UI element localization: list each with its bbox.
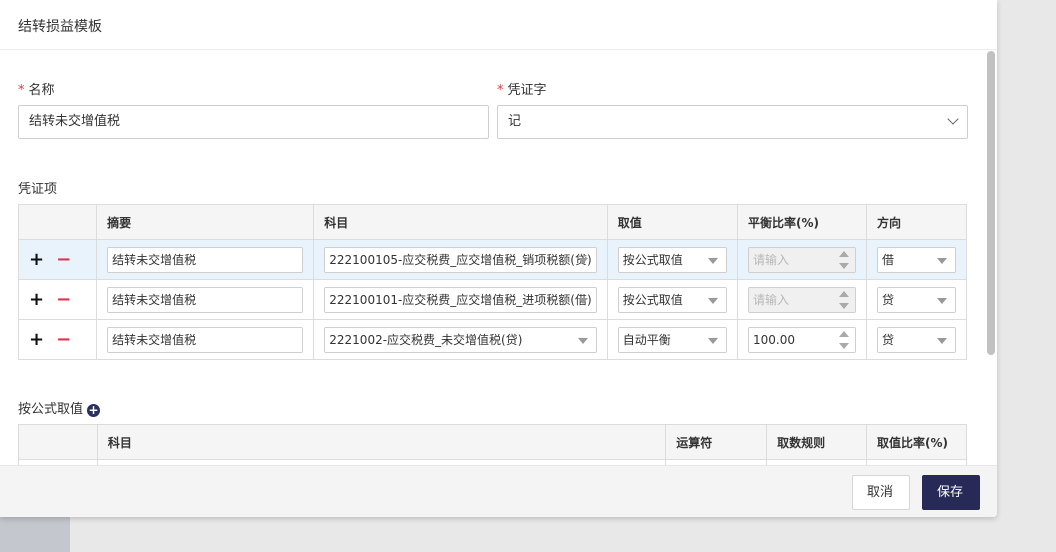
value-type-value: 按公式取值 bbox=[622, 252, 683, 267]
column-header: 取值 bbox=[606, 204, 738, 240]
value-type-select[interactable]: 按公式取值 bbox=[617, 286, 727, 313]
column-header: 取值比率(%) bbox=[866, 424, 967, 460]
voucher-word-value: 记 bbox=[508, 114, 522, 129]
name-label-text: 名称 bbox=[28, 83, 55, 98]
voucher-word-select[interactable]: 记 bbox=[497, 105, 968, 139]
dropdown-arrow-icon bbox=[707, 297, 718, 304]
account-value: 222100101-应交税费_应交增值税_进项税额(借) bbox=[329, 292, 592, 307]
account-value: 2221002-应交税费_未交增值税(贷) bbox=[329, 332, 523, 347]
account-select[interactable]: 222100101-应交税费_应交增值税_进项税额(借) bbox=[324, 286, 597, 313]
background-panel bbox=[0, 515, 70, 552]
dropdown-arrow-icon bbox=[577, 257, 588, 264]
value-type-value: 按公式取值 bbox=[622, 292, 683, 307]
add-row-button[interactable]: + bbox=[29, 329, 44, 350]
direction-value: 借 bbox=[881, 252, 894, 267]
formula-title-text: 按公式取值 bbox=[18, 402, 84, 417]
remove-row-button[interactable]: − bbox=[56, 249, 71, 270]
column-header: 科目 bbox=[96, 424, 667, 460]
dropdown-arrow-icon bbox=[937, 337, 947, 344]
plus-circle-icon[interactable]: + bbox=[87, 404, 101, 417]
spinner-icon bbox=[838, 290, 849, 309]
voucher-word-label-text: 凭证字 bbox=[507, 83, 547, 98]
column-header: 运算符 bbox=[665, 424, 768, 460]
voucher-word-label: * 凭证字 bbox=[497, 79, 547, 98]
modal-body: * 名称 结转未交增值税 * 凭证字 记 凭证项 摘要 科目 取值 平衡比率(%) … bbox=[0, 51, 985, 465]
name-input[interactable]: 结转未交增值税 bbox=[18, 105, 489, 139]
ratio-input: 请输入 bbox=[747, 286, 856, 313]
column-header bbox=[17, 204, 98, 240]
save-button[interactable]: 保存 bbox=[922, 475, 980, 510]
vertical-scrollbar[interactable] bbox=[987, 51, 995, 465]
ratio-placeholder: 请输入 bbox=[752, 252, 789, 267]
table-row: + − 结转未交增值税 2221002-应交税费_未交增值税(贷) 自动平衡 10… bbox=[17, 319, 968, 360]
voucher-items-title: 凭证项 bbox=[18, 182, 58, 197]
dropdown-arrow-icon bbox=[937, 297, 947, 304]
account-select[interactable]: 2221002-应交税费_未交增值税(贷) bbox=[324, 326, 597, 353]
table-header-row: 摘要 科目 取值 平衡比率(%) 方向 bbox=[17, 204, 968, 240]
ratio-value: 100.00 bbox=[752, 332, 795, 347]
template-modal: 结转损益模板 * 名称 结转未交增值税 * 凭证字 记 凭证项 摘要 科目 取值 平… bbox=[0, 0, 997, 517]
modal-title: 结转损益模板 bbox=[0, 0, 997, 50]
value-type-select[interactable]: 按公式取值 bbox=[617, 246, 727, 273]
remove-row-button[interactable]: − bbox=[56, 289, 71, 310]
add-row-button[interactable]: + bbox=[29, 249, 44, 270]
summary-input[interactable]: 结转未交增值税 bbox=[107, 286, 304, 313]
spinner-icon bbox=[838, 250, 849, 269]
dropdown-arrow-icon bbox=[707, 337, 718, 344]
dropdown-arrow-icon bbox=[707, 257, 718, 264]
dropdown-arrow-icon bbox=[937, 257, 947, 264]
dropdown-arrow-icon bbox=[577, 297, 588, 304]
required-mark: * bbox=[18, 83, 25, 98]
name-label: * 名称 bbox=[18, 79, 55, 98]
ratio-input[interactable]: 100.00 bbox=[747, 326, 856, 353]
account-value: 222100105-应交税费_应交增值税_销项税额(贷) bbox=[329, 252, 592, 267]
direction-value: 贷 bbox=[881, 332, 894, 347]
direction-value: 贷 bbox=[881, 292, 894, 307]
column-header bbox=[18, 424, 98, 460]
summary-input[interactable]: 结转未交增值税 bbox=[107, 326, 304, 353]
chevron-down-icon bbox=[947, 113, 959, 125]
column-header: 取数规则 bbox=[766, 424, 868, 460]
formula-section-title: 按公式取值 + bbox=[18, 398, 101, 417]
direction-select[interactable]: 贷 bbox=[876, 326, 956, 353]
summary-input[interactable]: 结转未交增值税 bbox=[107, 246, 304, 273]
ratio-input: 请输入 bbox=[747, 246, 856, 273]
scroll-thumb[interactable] bbox=[987, 51, 995, 355]
account-select[interactable]: 222100105-应交税费_应交增值税_销项税额(贷) bbox=[324, 246, 597, 273]
modal-footer: 取消 保存 bbox=[0, 465, 997, 517]
table-header-row: 科目 运算符 取数规则 取值比率(%) bbox=[18, 424, 967, 460]
column-header: 摘要 bbox=[96, 204, 315, 240]
table-row: + − 结转未交增值税 222100105-应交税费_应交增值税_销项税额(贷) … bbox=[17, 239, 968, 280]
value-type-value: 自动平衡 bbox=[622, 332, 671, 347]
value-type-select[interactable]: 自动平衡 bbox=[617, 326, 727, 353]
voucher-items-table: 摘要 科目 取值 平衡比率(%) 方向 + − 结转未交增值税 222100105… bbox=[17, 204, 968, 360]
ratio-placeholder: 请输入 bbox=[752, 292, 789, 307]
column-header: 平衡比率(%) bbox=[736, 204, 867, 240]
remove-row-button[interactable]: − bbox=[56, 329, 71, 350]
column-header: 方向 bbox=[865, 204, 968, 240]
direction-select[interactable]: 贷 bbox=[876, 286, 956, 313]
add-row-button[interactable]: + bbox=[29, 289, 44, 310]
dropdown-arrow-icon bbox=[577, 337, 588, 344]
column-header: 科目 bbox=[313, 204, 608, 240]
cancel-button[interactable]: 取消 bbox=[852, 475, 910, 510]
table-row: + − 结转未交增值税 222100101-应交税费_应交增值税_进项税额(借) … bbox=[17, 279, 968, 320]
spinner-icon[interactable] bbox=[838, 330, 849, 349]
direction-select[interactable]: 借 bbox=[876, 246, 956, 273]
required-mark: * bbox=[497, 83, 504, 98]
formula-table: 科目 运算符 取数规则 取值比率(%) bbox=[18, 424, 967, 465]
